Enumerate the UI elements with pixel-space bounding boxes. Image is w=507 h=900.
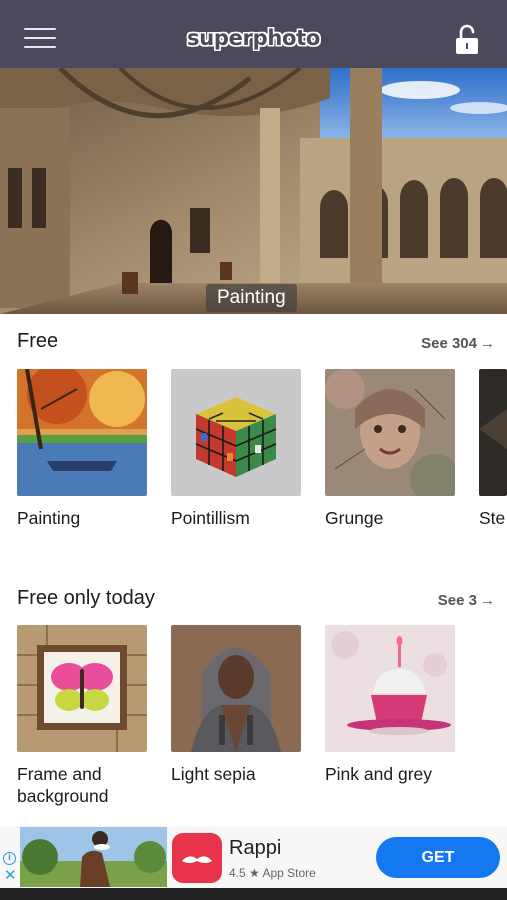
see-all-free-label: See 304 xyxy=(421,335,477,352)
filter-thumbnail xyxy=(171,625,301,752)
filter-thumbnail xyxy=(479,369,507,496)
bottom-edge xyxy=(0,888,507,900)
arrow-right-icon: → xyxy=(480,592,495,609)
filter-thumbnail xyxy=(325,369,455,496)
featured-banner-label: Painting xyxy=(206,284,297,312)
filter-label: Frame and background xyxy=(17,764,109,806)
see-all-free-today-label: See 3 xyxy=(437,592,477,609)
unlock-icon[interactable] xyxy=(454,24,480,56)
featured-banner[interactable] xyxy=(0,68,507,314)
filter-label: Pink and grey xyxy=(325,764,433,784)
filter-card-light-sepia[interactable]: Light sepia xyxy=(171,625,301,785)
filter-card-partial[interactable]: Ste xyxy=(479,369,507,529)
ad-banner[interactable]: i ✕ Rappi 4.5 ★ App Store GET xyxy=(0,826,507,888)
section-title-free: Free xyxy=(17,330,59,352)
ad-close-icon[interactable]: ✕ xyxy=(4,868,17,883)
app-header: superphoto xyxy=(0,0,507,68)
ad-app-name: Rappi xyxy=(229,837,282,859)
ad-app-rating: 4.5 ★ App Store xyxy=(229,866,316,880)
filter-thumbnail xyxy=(17,369,147,496)
ad-image xyxy=(20,827,167,887)
ad-info-icon[interactable]: i xyxy=(3,852,16,865)
ad-get-button[interactable]: GET xyxy=(376,837,500,878)
filter-label: Painting xyxy=(17,508,81,528)
section-title-free-today: Free only today xyxy=(17,587,155,609)
filter-label: Pointillism xyxy=(171,508,250,528)
filter-card-pointillism[interactable]: Pointillism xyxy=(171,369,301,529)
see-all-free-link[interactable]: See 304 → xyxy=(421,335,495,352)
see-all-free-today-link[interactable]: See 3 → xyxy=(438,592,495,609)
filter-card-pink-and-grey[interactable]: Pink and grey xyxy=(325,625,455,785)
filter-label: Grunge xyxy=(325,508,384,528)
filter-card-grunge[interactable]: Grunge xyxy=(325,369,455,529)
filter-thumbnail xyxy=(171,369,301,496)
featured-banner-image xyxy=(0,68,507,314)
rappi-app-icon xyxy=(172,833,222,883)
filter-label: Light sepia xyxy=(171,764,256,784)
filter-card-painting[interactable]: Painting xyxy=(17,369,147,529)
filter-card-frame-and-background[interactable]: Frame and background xyxy=(17,625,147,807)
filter-label: Ste xyxy=(479,508,506,528)
app-logo: superphoto xyxy=(187,26,320,50)
filter-thumbnail xyxy=(325,625,455,752)
arrow-right-icon: → xyxy=(480,335,495,352)
filter-thumbnail xyxy=(17,625,147,752)
